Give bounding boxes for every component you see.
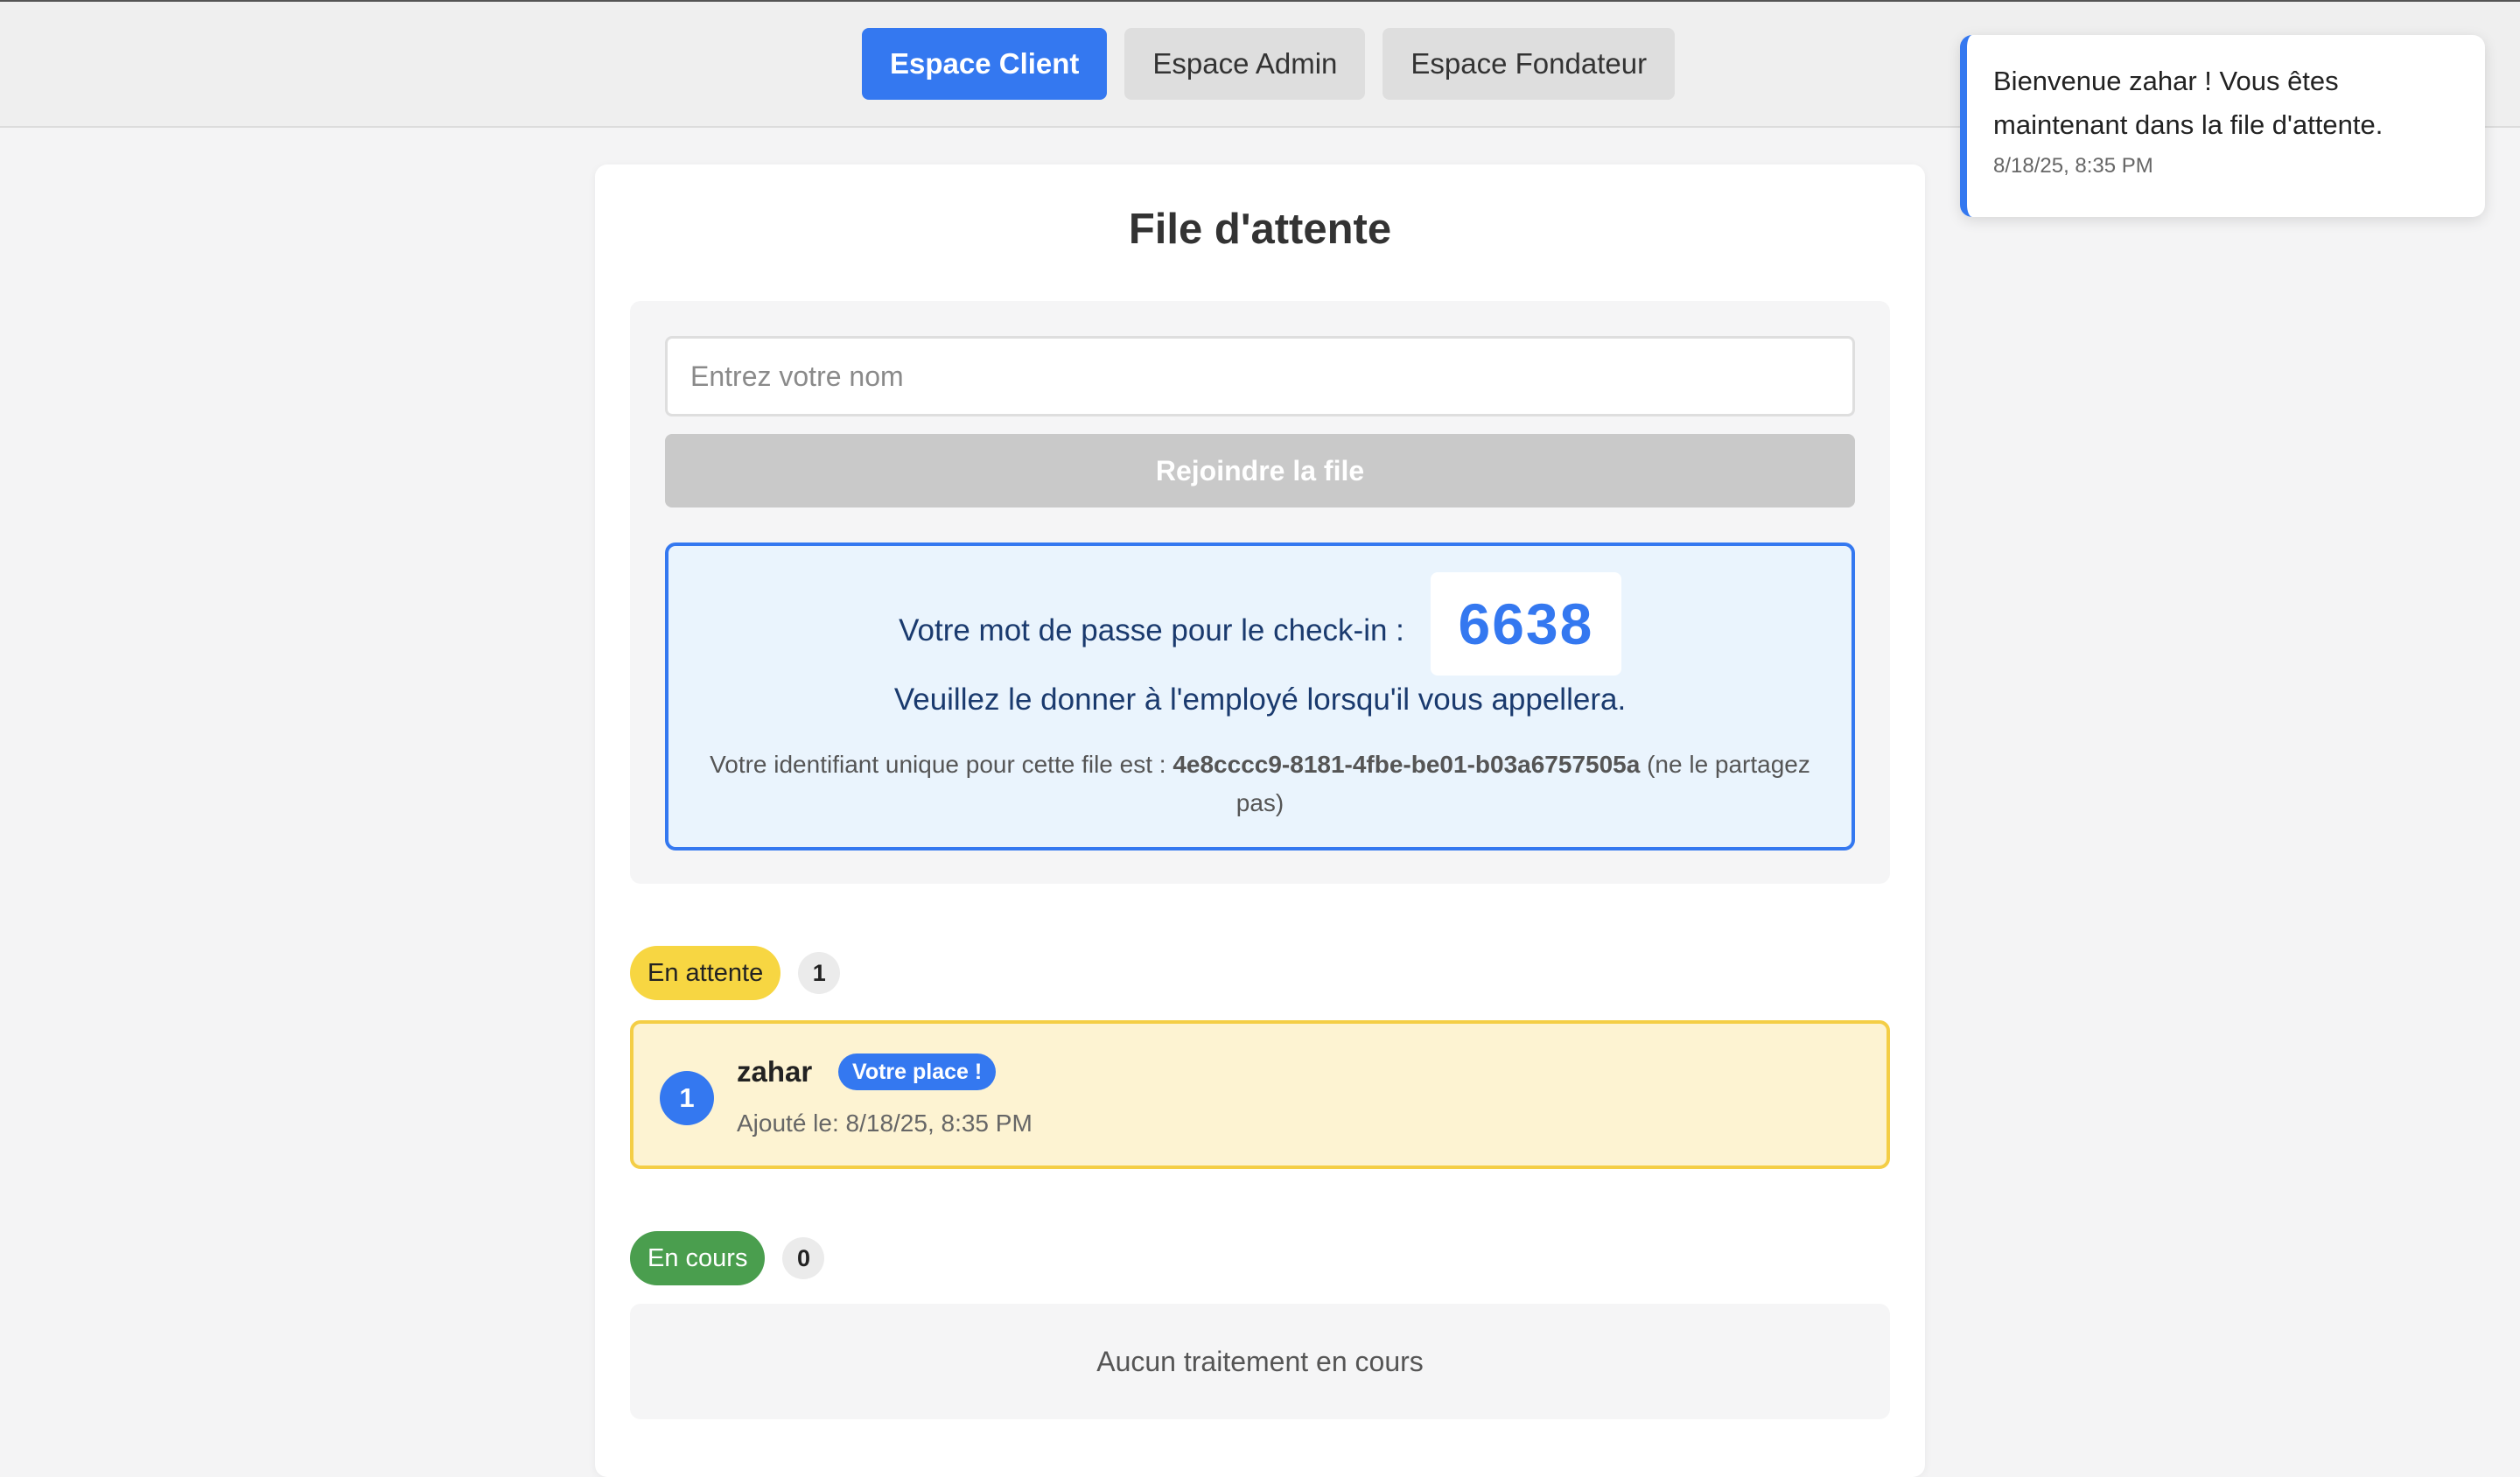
join-queue-button[interactable]: Rejoindre la file <box>665 434 1855 508</box>
waiting-count-badge: 1 <box>798 952 841 994</box>
notification-message: Bienvenue zahar ! Vous êtes maintenant d… <box>1993 66 2384 140</box>
founder-space-button[interactable]: Espace Fondateur <box>1382 28 1676 100</box>
unique-id-text: Votre identifiant unique pour cette file… <box>704 746 1816 822</box>
password-instruction: Veuillez le donner à l'employé lorsqu'il… <box>893 682 1627 717</box>
in-progress-status-pill: En cours <box>630 1231 766 1285</box>
password-line: Votre mot de passe pour le check-in : 66… <box>668 572 1852 676</box>
welcome-notification: Bienvenue zahar ! Vous êtes maintenant d… <box>1960 35 2485 217</box>
entry-added-time: Ajouté le: 8/18/25, 8:35 PM <box>737 1110 1032 1137</box>
queue-card: File d'attente Rejoindre la file Votre m… <box>595 164 1925 1477</box>
check-in-password-box: Votre mot de passe pour le check-in : 66… <box>665 542 1855 850</box>
client-space-button[interactable]: Espace Client <box>862 28 1108 100</box>
admin-space-button[interactable]: Espace Admin <box>1124 28 1366 100</box>
waiting-status-pill: En attente <box>630 946 781 1000</box>
in-progress-count-badge: 0 <box>782 1237 825 1279</box>
unique-id-value: 4e8cccc9-8181-4fbe-be01-b03a6757505a <box>1172 751 1641 778</box>
page-title: File d'attente <box>1128 206 1392 253</box>
password-code: 6638 <box>1430 572 1621 676</box>
queue-position-badge: 1 <box>660 1071 714 1125</box>
space-switcher: Espace Client Espace Admin Espace Fondat… <box>862 28 1676 100</box>
entry-name: zahar <box>737 1055 813 1088</box>
your-place-badge: Votre place ! <box>838 1054 997 1090</box>
join-form: Rejoindre la file Votre mot de passe pou… <box>630 301 1890 884</box>
unique-id-prefix: Votre identifiant unique pour cette file… <box>710 751 1166 778</box>
queue-entry: 1 zahar Votre place ! Ajouté le: 8/18/25… <box>630 1020 1890 1169</box>
name-input[interactable] <box>665 336 1855 416</box>
in-progress-section-header: En cours 0 <box>630 1231 825 1285</box>
password-label: Votre mot de passe pour le check-in : <box>899 613 1404 648</box>
waiting-section-header: En attente 1 <box>630 946 841 1000</box>
empty-in-progress-message: Aucun traitement en cours <box>630 1304 1890 1419</box>
notification-time: 8/18/25, 8:35 PM <box>1993 154 2153 178</box>
